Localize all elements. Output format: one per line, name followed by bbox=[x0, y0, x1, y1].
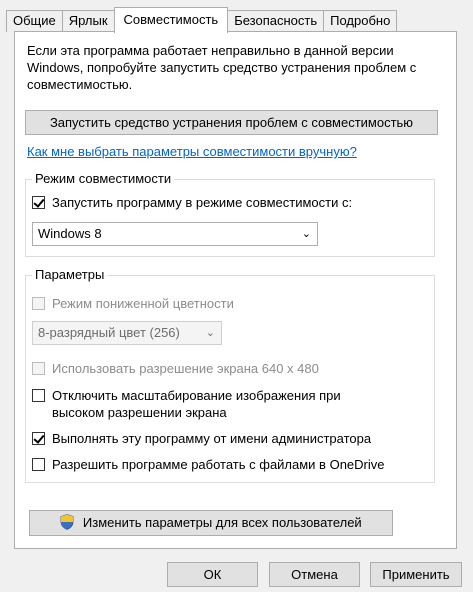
tab-general[interactable]: Общие bbox=[6, 10, 63, 32]
compatibility-mode-title: Режим совместимости bbox=[32, 171, 175, 187]
cancel-button[interactable]: Отмена bbox=[269, 562, 360, 587]
settings-group: Параметры Режим пониженной цветности 8-р… bbox=[25, 267, 435, 483]
onedrive-row: Разрешить программе работать с файлами в… bbox=[32, 456, 384, 473]
compat-mode-label: Запустить программу в режиме совместимос… bbox=[52, 195, 353, 210]
run-as-admin-row: Выполнять эту программу от имени админис… bbox=[32, 430, 371, 447]
compat-mode-row: Запустить программу в режиме совместимос… bbox=[32, 194, 352, 211]
change-all-users-label: Изменить параметры для всех пользователе… bbox=[82, 515, 362, 530]
chevron-down-icon: ⌄ bbox=[301, 228, 311, 240]
reduced-color-label: Режим пониженной цветности bbox=[52, 296, 234, 311]
settings-title: Параметры bbox=[32, 267, 108, 283]
compatibility-mode-group: Режим совместимости Запустить программу … bbox=[25, 171, 435, 257]
disable-scaling-checkbox[interactable] bbox=[32, 389, 45, 402]
color-depth-value: 8-разрядный цвет (256) bbox=[38, 325, 180, 340]
resolution-640-checkbox[interactable] bbox=[32, 362, 45, 375]
tab-security[interactable]: Безопасность bbox=[227, 10, 325, 32]
resolution-640-label: Использовать разрешение экрана 640 x 480 bbox=[52, 361, 319, 376]
run-as-admin-label: Выполнять эту программу от имени админис… bbox=[52, 431, 372, 446]
run-troubleshooter-button[interactable]: Запустить средство устранения проблем с … bbox=[25, 110, 438, 135]
onedrive-checkbox[interactable] bbox=[32, 458, 45, 471]
reduced-color-checkbox[interactable] bbox=[32, 297, 45, 310]
onedrive-label: Разрешить программе работать с файлами в… bbox=[52, 457, 385, 472]
compatibility-panel: Если эта программа работает неправильно … bbox=[14, 31, 457, 549]
properties-dialog: Общие Ярлык Совместимость Безопасность П… bbox=[0, 0, 473, 592]
disable-scaling-row: Отключить масштабирование изображения пр… bbox=[32, 387, 392, 421]
disable-scaling-label: Отключить масштабирование изображения пр… bbox=[52, 388, 341, 420]
uac-shield-icon bbox=[60, 514, 74, 530]
manual-settings-link[interactable]: Как мне выбрать параметры совместимости … bbox=[27, 144, 357, 159]
color-depth-select[interactable]: 8-разрядный цвет (256) ⌄ bbox=[32, 321, 222, 345]
run-as-admin-checkbox[interactable] bbox=[32, 432, 45, 445]
resolution-640-row: Использовать разрешение экрана 640 x 480 bbox=[32, 360, 319, 377]
intro-text: Если эта программа работает неправильно … bbox=[27, 43, 417, 92]
reduced-color-row: Режим пониженной цветности bbox=[32, 295, 234, 312]
tab-bar: Общие Ярлык Совместимость Безопасность П… bbox=[6, 7, 398, 33]
chevron-down-icon: ⌄ bbox=[205, 327, 215, 339]
os-select[interactable]: Windows 8 ⌄ bbox=[32, 222, 318, 246]
compat-mode-checkbox[interactable] bbox=[32, 196, 45, 209]
ok-button[interactable]: ОК bbox=[167, 562, 258, 587]
tab-compatibility[interactable]: Совместимость bbox=[113, 7, 229, 33]
change-all-users-button[interactable]: Изменить параметры для всех пользователе… bbox=[29, 510, 393, 536]
tab-details[interactable]: Подробно bbox=[323, 10, 398, 32]
os-select-value: Windows 8 bbox=[38, 226, 102, 241]
tab-shortcut[interactable]: Ярлык bbox=[61, 10, 115, 32]
apply-button[interactable]: Применить bbox=[370, 562, 462, 587]
